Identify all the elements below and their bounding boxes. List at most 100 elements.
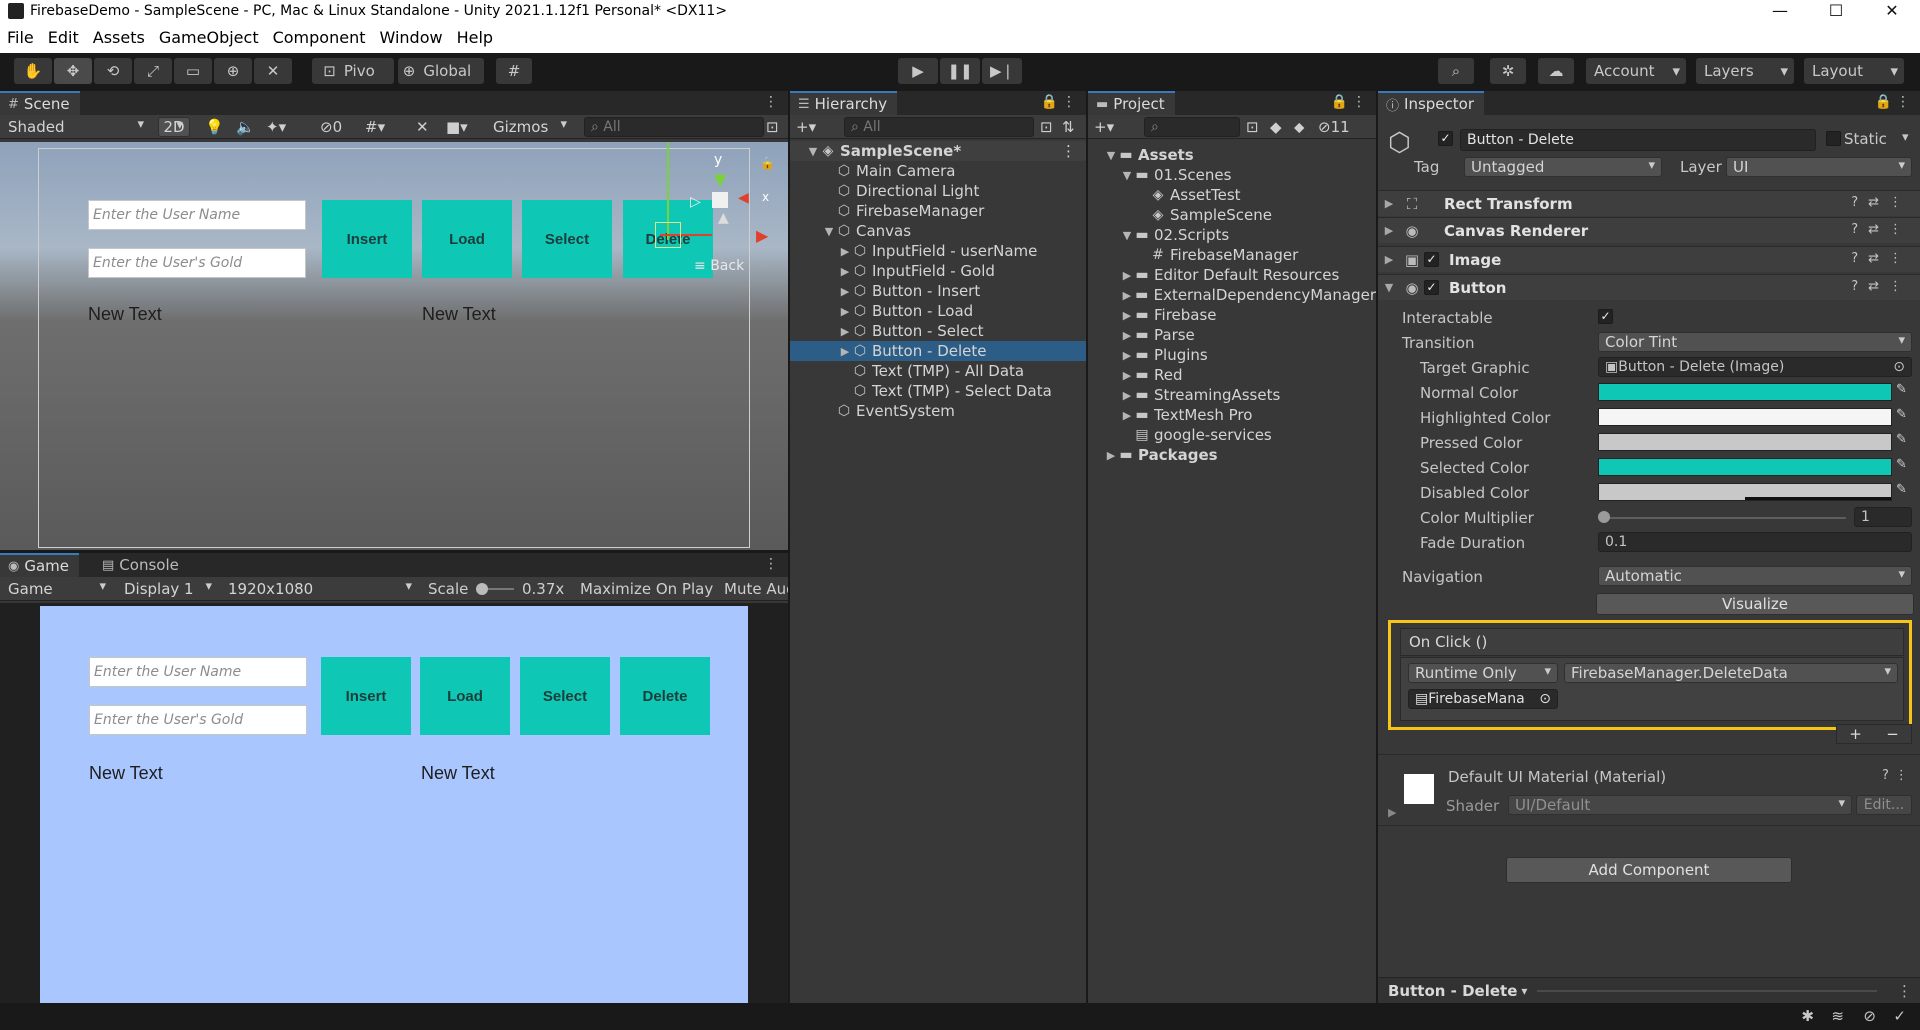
expand-arrow-icon[interactable]: ▶ <box>1120 349 1134 362</box>
footer-object-name[interactable]: Button - Delete <box>1388 982 1517 1000</box>
more-icon[interactable]: ⋮ <box>1896 94 1910 110</box>
scale-tool-icon[interactable]: ⤢ <box>134 58 172 84</box>
rect-transform-header[interactable]: ▶ ⛶ Rect Transform ?⇄⋮ <box>1378 190 1920 216</box>
layers-stack-icon[interactable]: ≋ <box>1831 1007 1844 1025</box>
mute-audio-toggle[interactable]: Mute Audio <box>724 580 788 598</box>
project-item[interactable]: ▤ google-services <box>1088 425 1376 445</box>
pause-button[interactable]: ❚❚ <box>940 58 980 84</box>
global-toggle[interactable]: ⊕ Global <box>398 58 484 84</box>
scene-viewport[interactable]: Enter the User Name Enter the User's Gol… <box>0 142 788 550</box>
target-graphic-field[interactable]: ▣ Button - Delete (Image) ⊙ <box>1598 357 1912 377</box>
expand-arrow-icon[interactable]: ▶ <box>1120 269 1134 282</box>
sort-icon[interactable]: ⇅ <box>1062 118 1075 136</box>
project-item[interactable]: ▶ ▬ TextMesh Pro <box>1088 405 1376 425</box>
multiplier-slider-track[interactable] <box>1604 517 1846 519</box>
collab-icon[interactable]: ✲ <box>1490 58 1526 84</box>
button-header[interactable]: ▼ ◉ ✓ Button ?⇄⋮ <box>1378 274 1920 300</box>
expand-arrow-icon[interactable]: ▶ <box>1120 409 1134 422</box>
gizmo-x-arrow-icon[interactable]: ▶ <box>756 226 768 245</box>
tools-icon[interactable]: ✕ <box>416 118 429 136</box>
game-username-input[interactable]: Enter the User Name <box>89 657 307 687</box>
add-component-button[interactable]: Add Component <box>1506 857 1792 883</box>
chevron-down-icon[interactable]: ▾ <box>1521 984 1527 998</box>
expand-arrow-icon[interactable]: ▶ <box>838 305 852 318</box>
multiplier-slider-thumb[interactable] <box>1598 511 1610 523</box>
project-item[interactable]: ◈ SampleScene <box>1088 205 1376 225</box>
fade-duration-field[interactable]: 0.1 <box>1598 532 1912 552</box>
account-dropdown[interactable]: Account ▾ <box>1586 58 1686 84</box>
audio-icon[interactable]: 🔈 <box>236 118 255 136</box>
expand-arrow-icon[interactable]: ▶ <box>838 245 852 258</box>
lock-icon[interactable]: 🔒 <box>1875 94 1892 110</box>
remove-event-button[interactable]: − <box>1886 725 1899 743</box>
navigation-dropdown[interactable]: Automatic <box>1598 566 1912 586</box>
scene-search-options-icon[interactable]: ⊡ <box>766 118 779 136</box>
component-tools[interactable]: ?⇄⋮ <box>1851 222 1912 237</box>
hand-tool-icon[interactable]: ✋ <box>14 58 52 84</box>
active-checkbox[interactable]: ✓ <box>1438 131 1453 146</box>
expand-arrow-icon[interactable]: ▶ <box>1120 369 1134 382</box>
hierarchy-item[interactable]: ▼ ⬡ Canvas <box>790 221 1086 241</box>
expand-arrow-icon[interactable]: ▶ <box>1120 329 1134 342</box>
lock-icon[interactable]: 🔒 <box>1041 94 1058 110</box>
expand-arrow-icon[interactable]: ▶ <box>838 345 852 358</box>
custom-tool-icon[interactable]: ✕ <box>254 58 292 84</box>
component-tools[interactable]: ?⇄⋮ <box>1851 251 1912 266</box>
add-object-button[interactable]: +▾ <box>796 118 816 136</box>
eyedropper-icon[interactable]: ✎ <box>1896 482 1910 497</box>
multiplier-value-field[interactable]: 1 <box>1854 507 1912 527</box>
menu-component[interactable]: Component <box>266 28 373 47</box>
orientation-y-cone-icon[interactable]: ▼ <box>714 170 726 189</box>
rotate-tool-icon[interactable]: ⟲ <box>94 58 132 84</box>
display-dropdown[interactable]: Display 1 <box>118 579 218 599</box>
auto-generate-lighting-icon[interactable]: ⊘ <box>1863 1007 1876 1025</box>
project-search-input[interactable]: ⌕ <box>1144 117 1240 137</box>
expand-arrow-icon[interactable]: ▶ <box>1104 449 1118 462</box>
hierarchy-item[interactable]: ⬡ EventSystem <box>790 401 1086 421</box>
game-viewport[interactable]: Enter the User Name Enter the User's Gol… <box>0 603 788 1003</box>
expand-arrow-icon[interactable]: ▶ <box>838 325 852 338</box>
collapse-arrow-icon[interactable]: ▼ <box>1378 281 1400 294</box>
expand-arrow-icon[interactable]: ▼ <box>822 225 836 238</box>
image-header[interactable]: ▶ ▣ ✓ Image ?⇄⋮ <box>1378 246 1920 272</box>
lock-icon[interactable]: 🔒 <box>1331 94 1348 110</box>
menu-assets[interactable]: Assets <box>86 28 152 47</box>
object-picker-icon[interactable]: ⊙ <box>1893 359 1905 375</box>
game-view-dropdown[interactable]: Game <box>2 579 112 599</box>
preview-splitter[interactable] <box>1537 989 1877 992</box>
2d-toggle[interactable]: 2D <box>158 117 190 137</box>
expand-arrow-icon[interactable]: ▼ <box>1104 149 1118 162</box>
selected-color-swatch[interactable] <box>1598 458 1892 476</box>
hierarchy-search-input[interactable]: ⌕ All <box>844 117 1034 137</box>
gizmo-plane-handle[interactable] <box>655 222 681 248</box>
expand-arrow-icon[interactable]: ▶ <box>838 265 852 278</box>
hidden-packages-icon[interactable]: ⊘11 <box>1318 118 1350 136</box>
step-button[interactable]: ▶❘ <box>982 58 1022 84</box>
layers-dropdown[interactable]: Layers ▾ <box>1696 58 1794 84</box>
more-icon[interactable]: ⋮ <box>1352 94 1366 110</box>
bug-icon[interactable]: ✱ <box>1801 1007 1814 1025</box>
static-dropdown-icon[interactable]: ▾ <box>1902 130 1909 145</box>
hierarchy-item[interactable]: ⬡ Directional Light <box>790 181 1086 201</box>
project-item[interactable]: ▶ ▬ Packages <box>1088 445 1376 465</box>
maximize-button[interactable]: ☐ <box>1808 1 1864 20</box>
pressed-color-swatch[interactable] <box>1598 433 1892 451</box>
search-options-icon[interactable]: ⊡ <box>1040 118 1053 136</box>
menu-help[interactable]: Help <box>450 28 500 47</box>
layout-dropdown[interactable]: Layout ▾ <box>1804 58 1904 84</box>
eyedropper-icon[interactable]: ✎ <box>1896 457 1910 472</box>
project-item[interactable]: ▶ ▬ Firebase <box>1088 305 1376 325</box>
expand-arrow-icon[interactable]: ▶ <box>838 285 852 298</box>
material-tools[interactable]: ?⋮ <box>1882 768 1914 783</box>
effects-icon[interactable]: ✦▾ <box>266 118 286 136</box>
game-select-button[interactable]: Select <box>520 657 610 735</box>
more-icon[interactable]: ⋮ <box>1897 982 1912 1000</box>
orientation-cube-icon[interactable] <box>712 192 728 208</box>
project-item[interactable]: ◈ AssetTest <box>1088 185 1376 205</box>
interactable-checkbox[interactable]: ✓ <box>1598 309 1613 324</box>
rect-tool-icon[interactable]: ▭ <box>174 58 212 84</box>
close-button[interactable]: ✕ <box>1864 1 1920 20</box>
eyedropper-icon[interactable]: ✎ <box>1896 407 1910 422</box>
expand-arrow-icon[interactable]: ▼ <box>806 145 820 158</box>
tab-project[interactable]: ▬ Project <box>1088 91 1175 115</box>
